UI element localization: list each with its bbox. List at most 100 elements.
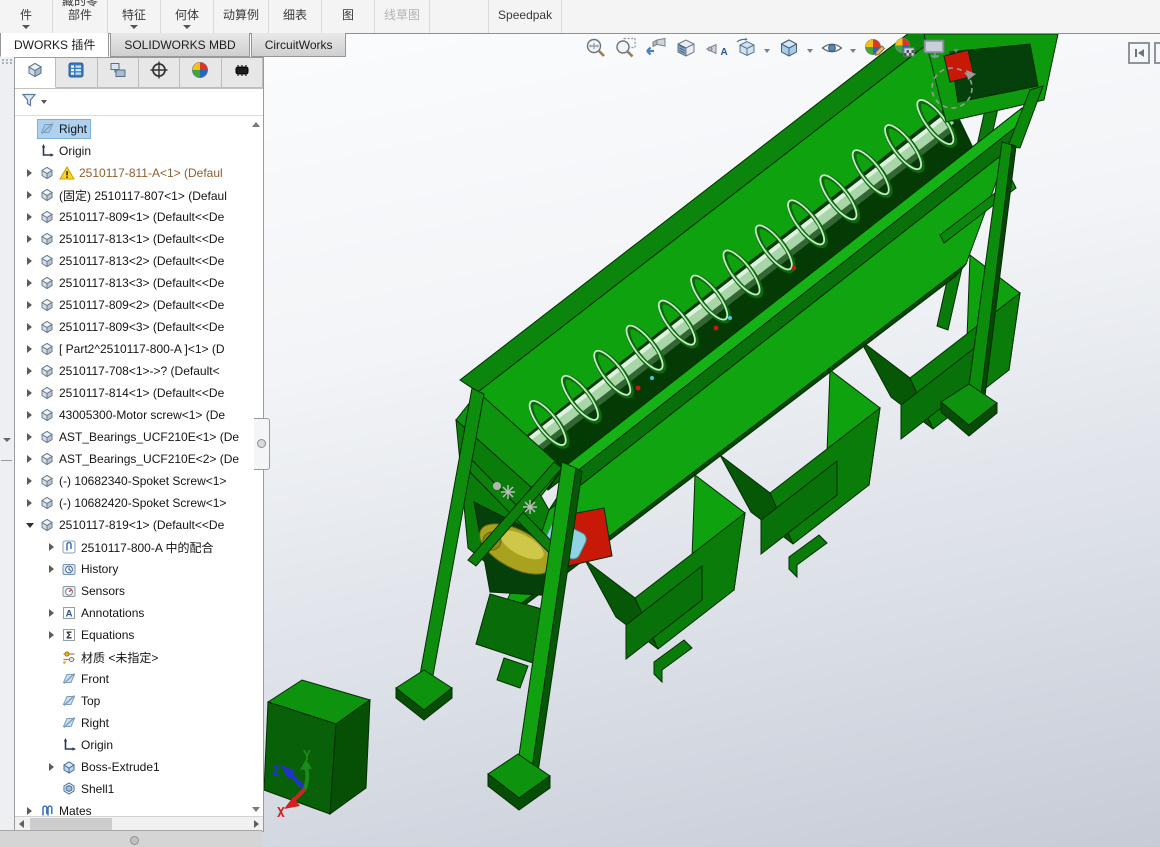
display-style-button[interactable] — [776, 38, 801, 63]
tree-scroll-down[interactable] — [252, 807, 260, 812]
tree-item-right[interactable]: Right — [15, 118, 263, 140]
tree-item-2510117-813-3-default-de[interactable]: 2510117-813<3> (Default<<De — [15, 272, 263, 294]
expand-arrow-icon[interactable] — [27, 411, 32, 419]
tree-item-43005300-motor-screw-1-de[interactable]: 43005300-Motor screw<1> (De — [15, 404, 263, 426]
expand-arrow-icon[interactable] — [49, 565, 54, 573]
expand-arrow-icon[interactable] — [27, 235, 32, 243]
hscroll-left-arrow[interactable] — [19, 820, 24, 828]
expand-arrow-icon[interactable] — [49, 763, 54, 771]
tree-item-right[interactable]: Right — [15, 712, 263, 734]
tree-item-2510117-800-a-中的配合[interactable]: 2510117-800-A 中的配合 — [15, 536, 263, 558]
task-pane-collapse-button[interactable] — [1128, 42, 1150, 64]
view-orientation-button[interactable] — [733, 37, 758, 63]
panel-tab-dimxpertmanager[interactable] — [138, 58, 181, 88]
expand-arrow-icon[interactable] — [49, 543, 54, 551]
expand-arrow-icon[interactable] — [27, 367, 32, 375]
bottom-grip-icon[interactable] — [130, 836, 139, 845]
expand-arrow-icon[interactable] — [27, 499, 32, 507]
panel-splitter[interactable] — [254, 418, 270, 470]
tree-item-history[interactable]: History — [15, 558, 263, 580]
graphics-viewport[interactable]: Z Y X A Right Origin 2510117-811-A<1> (D… — [0, 34, 1160, 847]
tree-item--part2-2510117-800-a-1-d[interactable]: [ Part2^2510117-800-A ]<1> (D — [15, 338, 263, 360]
tree-item-2510117-813-2-default-de[interactable]: 2510117-813<2> (Default<<De — [15, 250, 263, 272]
ribbon-item-components[interactable]: 件 — [0, 0, 53, 33]
ribbon-item-hidden-components[interactable]: 藏的零 部件 — [53, 0, 109, 33]
view-settings-button[interactable] — [922, 38, 947, 63]
expand-arrow-icon[interactable] — [27, 389, 32, 397]
ribbon-tab-2[interactable]: CircuitWorks — [250, 33, 347, 57]
expand-arrow-icon[interactable] — [27, 191, 32, 199]
ribbon-item-speedpak[interactable]: Speedpak — [489, 0, 563, 33]
expand-arrow-icon[interactable] — [27, 455, 32, 463]
tree-item-2510117-809-3-default-de[interactable]: 2510117-809<3> (Default<<De — [15, 316, 263, 338]
expand-arrow-icon[interactable] — [27, 477, 32, 485]
ribbon-item-bill-of-materials[interactable]: 细表 — [269, 0, 323, 33]
ribbon-item-exploded-view[interactable]: 图 — [322, 0, 376, 33]
expand-arrow-icon[interactable] — [49, 631, 54, 639]
expand-arrow-icon[interactable] — [27, 323, 32, 331]
apply-scene-button[interactable] — [892, 38, 917, 63]
tree-item-2510117-814-1-default-de[interactable]: 2510117-814<1> (Default<<De — [15, 382, 263, 404]
zoom-to-area-button[interactable] — [613, 37, 638, 63]
dropdown-caret-icon[interactable] — [764, 48, 770, 53]
ribbon-tab-0[interactable]: DWORKS 插件 — [0, 33, 110, 57]
tree-item--10682340-spoket-screw-1-[interactable]: (-) 10682340-Spoket Screw<1> — [15, 470, 263, 492]
filter-funnel-icon[interactable] — [20, 91, 38, 114]
tree-item-front[interactable]: Front — [15, 668, 263, 690]
expand-arrow-icon[interactable] — [27, 279, 32, 287]
tree-item-2510117-809-1-default-de[interactable]: 2510117-809<1> (Default<<De — [15, 206, 263, 228]
hide-show-items-button[interactable] — [819, 38, 844, 63]
edit-appearance-button[interactable] — [862, 38, 887, 63]
tree-item-2510117-708-1-default-[interactable]: 2510117-708<1>->? (Default< — [15, 360, 263, 382]
tree-item-2510117-809-2-default-de[interactable]: 2510117-809<2> (Default<<De — [15, 294, 263, 316]
tree-item--固定-2510117-807-1-defaul[interactable]: (固定) 2510117-807<1> (Defaul — [15, 184, 263, 206]
tree-horizontal-scrollbar[interactable] — [15, 816, 263, 831]
ribbon-tab-1[interactable]: SOLIDWORKS MBD — [110, 33, 250, 57]
panel-tab-propertymanager[interactable] — [56, 58, 98, 88]
tree-item-shell1[interactable]: Shell1 — [15, 778, 263, 800]
tree-item-origin[interactable]: Origin — [15, 734, 263, 756]
collapse-arrow-icon[interactable] — [25, 522, 34, 528]
expand-arrow-icon[interactable] — [27, 345, 32, 353]
panel-tab-addins[interactable] — [221, 58, 263, 88]
dropdown-caret-icon[interactable] — [953, 48, 959, 53]
tree-item-equations[interactable]: Σ Equations — [15, 624, 263, 646]
tree-item-top[interactable]: Top — [15, 690, 263, 712]
expand-arrow-icon[interactable] — [27, 213, 32, 221]
hscroll-right-arrow[interactable] — [254, 820, 259, 828]
annotation-visibility-button[interactable]: A — [703, 38, 728, 63]
expand-arrow-icon[interactable] — [27, 433, 32, 441]
tree-item-sensors[interactable]: Sensors — [15, 580, 263, 602]
tree-item-2510117-819-1-default-de[interactable]: 2510117-819<1> (Default<<De — [15, 514, 263, 536]
expand-arrow-icon[interactable] — [27, 807, 32, 815]
hscroll-thumb[interactable] — [30, 818, 112, 830]
panel-tab-displaymanager[interactable] — [180, 58, 222, 88]
tree-item-材质-未指定-[interactable]: 材质 <未指定> — [15, 646, 263, 668]
expand-arrow-icon[interactable] — [27, 301, 32, 309]
zoom-to-fit-button[interactable] — [583, 38, 608, 63]
tree-item-2510117-813-1-default-de[interactable]: 2510117-813<1> (Default<<De — [15, 228, 263, 250]
ribbon-item-motion-study[interactable]: 动算例 — [214, 0, 270, 33]
tree-scroll-up[interactable] — [252, 122, 260, 127]
expand-arrow-icon[interactable] — [27, 169, 32, 177]
tree-item-mates[interactable]: Mates — [15, 800, 263, 816]
previous-view-button[interactable] — [643, 37, 668, 63]
ribbon-item-assembly-features[interactable]: 特征 — [108, 0, 162, 33]
tree-item-2510117-811-a-1-defaul[interactable]: 2510117-811-A<1> (Defaul — [15, 162, 263, 184]
panel-tab-configurationmanager[interactable] — [97, 58, 139, 88]
tree-item--10682420-spoket-screw-1-[interactable]: (-) 10682420-Spoket Screw<1> — [15, 492, 263, 514]
rail-caret-icon[interactable] — [3, 438, 11, 442]
ribbon-item-reference-geometry[interactable]: 何体 — [161, 0, 215, 33]
tree-filter-row[interactable] — [15, 89, 263, 116]
ribbon-item-explode-line-sketch[interactable]: 线草图 — [375, 0, 431, 33]
tree-item-annotations[interactable]: A Annotations — [15, 602, 263, 624]
expand-arrow-icon[interactable] — [27, 257, 32, 265]
model-left-bottom-box[interactable] — [263, 679, 372, 816]
expand-arrow-icon[interactable] — [49, 609, 54, 617]
dropdown-caret-icon[interactable] — [807, 48, 813, 53]
section-view-button[interactable] — [673, 38, 698, 63]
tree-item-ast-bearings-ucf210e-2-de[interactable]: AST_Bearings_UCF210E<2> (De — [15, 448, 263, 470]
tree-item-ast-bearings-ucf210e-1-de[interactable]: AST_Bearings_UCF210E<1> (De — [15, 426, 263, 448]
tree-item-boss-extrude1[interactable]: Boss-Extrude1 — [15, 756, 263, 778]
panel-tab-featuremanager-tree[interactable] — [15, 58, 57, 88]
